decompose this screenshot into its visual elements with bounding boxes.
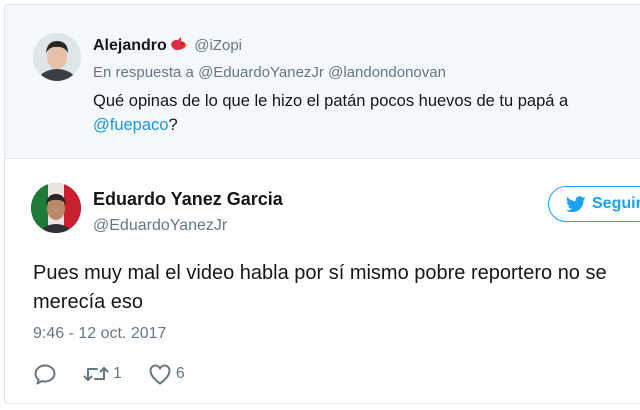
follow-button-label: Seguir bbox=[592, 195, 640, 212]
like-button[interactable]: 6 bbox=[148, 363, 185, 385]
reply-header: Alejandro @iZopi bbox=[93, 36, 242, 55]
reply-icon bbox=[34, 364, 56, 385]
tweet-timestamp[interactable]: 9:46 - 12 oct. 2017 bbox=[33, 325, 166, 343]
reply-text-body: Qué opinas de lo que le hizo el patán po… bbox=[93, 92, 569, 110]
avatar-image bbox=[33, 33, 81, 81]
reply-context: En respuesta a @EduardoYanezJr @landondo… bbox=[93, 64, 446, 81]
tweet-text: Pues muy mal el video habla por sí mismo… bbox=[33, 262, 607, 313]
avatar[interactable] bbox=[33, 33, 81, 81]
retweet-icon bbox=[83, 367, 109, 381]
reply-context-mention[interactable]: @landondonovan bbox=[328, 64, 446, 81]
reply-text-end: ? bbox=[168, 116, 178, 134]
retweet-button[interactable]: 1 bbox=[83, 364, 122, 384]
reply-context-mention[interactable]: @EduardoYanezJr bbox=[198, 64, 324, 81]
reply-author-handle[interactable]: @iZopi bbox=[194, 37, 242, 54]
like-count: 6 bbox=[175, 365, 185, 382]
red-bird-emoji-icon bbox=[170, 37, 188, 50]
mention-link[interactable]: @fuepaco bbox=[93, 116, 168, 134]
tweet-embed-card: Alejandro @iZopi En respuesta a @Eduardo… bbox=[4, 4, 640, 404]
author-handle[interactable]: @EduardoYanezJr bbox=[93, 217, 227, 235]
tweet-actions: 1 6 bbox=[33, 361, 211, 387]
parent-reply-tweet[interactable]: Alejandro @iZopi En respuesta a @Eduardo… bbox=[5, 5, 640, 159]
reply-tweet-text: Qué opinas de lo que le hizo el patán po… bbox=[93, 89, 640, 137]
reply-button[interactable] bbox=[33, 363, 57, 385]
twitter-bird-icon bbox=[566, 195, 586, 212]
reply-context-prefix: En respuesta a bbox=[93, 64, 194, 81]
follow-button[interactable]: Seguir bbox=[548, 186, 640, 222]
heart-icon bbox=[149, 364, 171, 385]
reply-author-name[interactable]: Alejandro bbox=[93, 37, 167, 54]
avatar-image bbox=[31, 183, 81, 233]
retweet-count: 1 bbox=[113, 365, 122, 382]
avatar[interactable] bbox=[31, 183, 81, 233]
author-name[interactable]: Eduardo Yanez Garcia bbox=[93, 189, 283, 210]
